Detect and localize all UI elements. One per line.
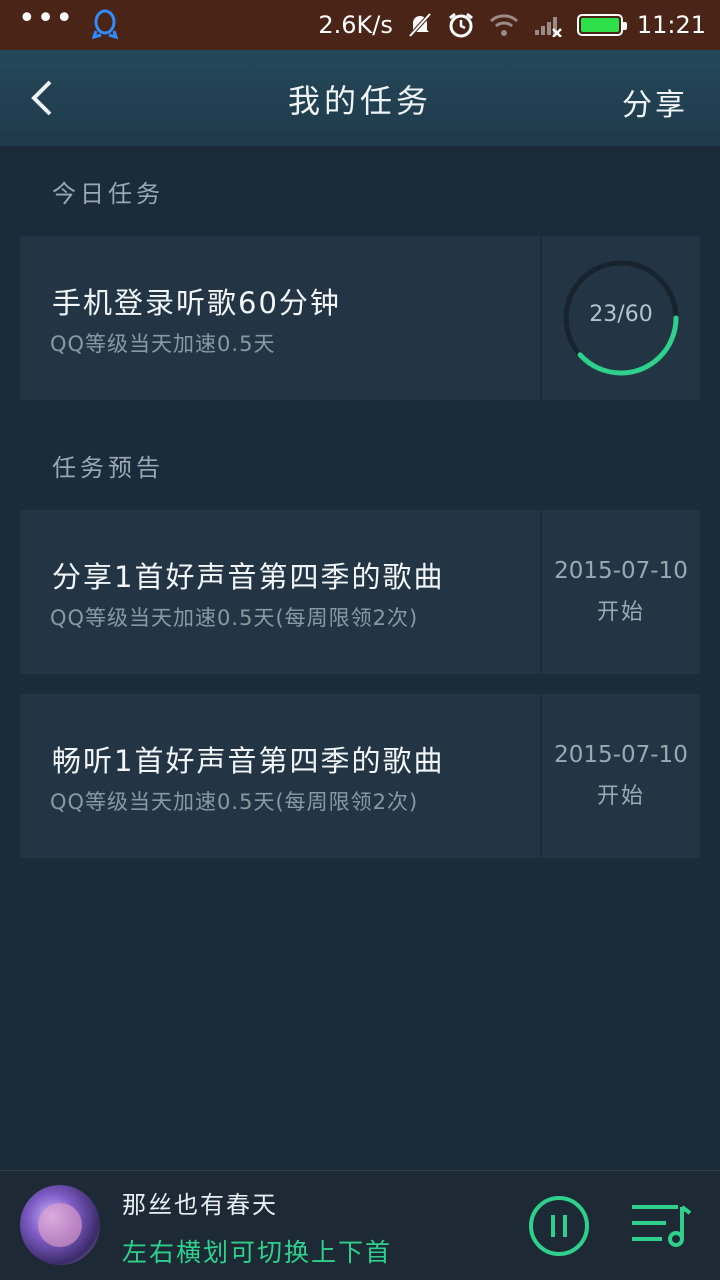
page-title: 我的任务 xyxy=(287,82,432,120)
network-speed: 2.6K/s xyxy=(318,11,393,39)
task-reward: QQ等级当天加速0.5天 xyxy=(50,332,276,356)
preview-task-card[interactable]: 分享1首好声音第四季的歌曲 QQ等级当天加速0.5天(每周限领2次) 2015-… xyxy=(20,510,700,674)
task-title: 畅听1首好声音第四季的歌曲 xyxy=(52,744,445,778)
qq-icon xyxy=(92,9,119,41)
task-start-text: 开始 xyxy=(596,784,645,809)
clock: 11:21 xyxy=(636,11,706,39)
task-start-date: 2015-07-10 xyxy=(554,742,688,768)
wifi-icon xyxy=(489,13,519,37)
progress-ring: 23/60 xyxy=(561,258,681,378)
task-reward: QQ等级当天加速0.5天(每周限领2次) xyxy=(50,790,419,814)
task-progress-panel: 23/60 xyxy=(540,236,700,400)
today-task-card[interactable]: 手机登录听歌60分钟 QQ等级当天加速0.5天 23/60 xyxy=(20,236,700,400)
status-bar: ••• 2.6K/s 11:21 xyxy=(0,0,720,50)
task-preview-label: 任务预告 xyxy=(52,454,164,482)
top-app-bar: 我的任务 分享 xyxy=(0,50,720,146)
battery-fill xyxy=(580,18,619,32)
progress-text: 23/60 xyxy=(589,302,653,327)
task-start-date: 2015-07-10 xyxy=(554,558,688,584)
playlist-icon xyxy=(632,1205,692,1247)
preview-task-card[interactable]: 畅听1首好声音第四季的歌曲 QQ等级当天加速0.5天(每周限领2次) 2015-… xyxy=(20,694,700,858)
task-reward: QQ等级当天加速0.5天(每周限领2次) xyxy=(50,606,419,630)
today-tasks-label: 今日任务 xyxy=(52,180,164,208)
mute-icon xyxy=(407,12,433,38)
album-art-figure xyxy=(38,1203,82,1247)
alarm-icon xyxy=(447,11,475,39)
swipe-hint: 左右横划可切换上下首 xyxy=(122,1238,393,1267)
mini-player[interactable]: 那丝也有春天 左右横划可切换上下首 xyxy=(0,1170,720,1280)
share-button[interactable]: 分享 xyxy=(622,80,688,124)
pause-icon xyxy=(529,1196,589,1256)
battery-icon xyxy=(576,14,627,36)
task-start-panel: 2015-07-10 开始 xyxy=(540,510,700,674)
pause-button[interactable] xyxy=(528,1195,590,1257)
playlist-button[interactable] xyxy=(630,1199,692,1249)
signal-icon xyxy=(533,13,563,37)
task-title: 分享1首好声音第四季的歌曲 xyxy=(52,560,445,594)
more-dots-icon: ••• xyxy=(18,1,75,36)
task-start-text: 开始 xyxy=(596,600,645,625)
task-start-panel: 2015-07-10 开始 xyxy=(540,694,700,858)
album-art[interactable] xyxy=(20,1185,100,1265)
task-title: 手机登录听歌60分钟 xyxy=(52,286,341,320)
song-title: 那丝也有春天 xyxy=(122,1191,278,1219)
